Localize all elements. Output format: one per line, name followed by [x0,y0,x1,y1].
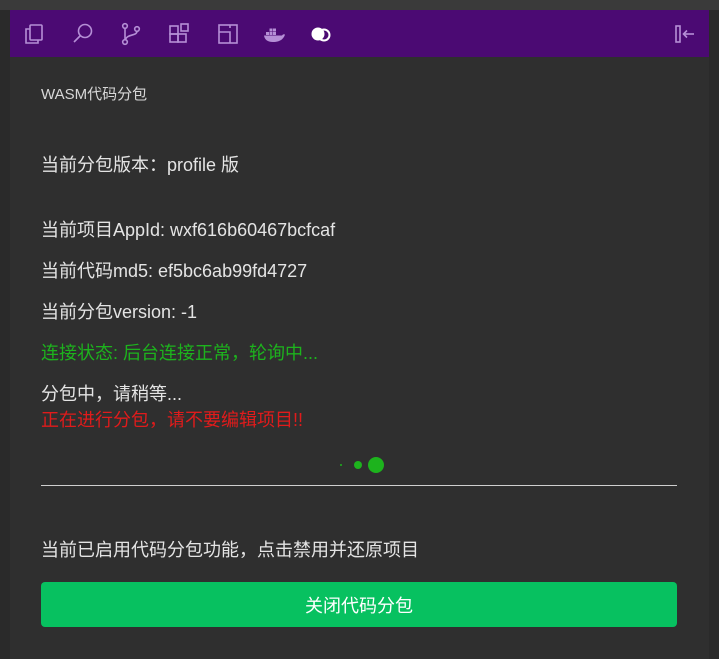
disable-split-button[interactable]: 关闭代码分包 [41,582,677,627]
copy-icon[interactable] [20,20,48,48]
loading-dot-small [340,464,342,466]
layout-icon[interactable] [214,20,242,48]
loading-dot-large [368,457,384,473]
progress-text: 分包中，请稍等... [41,384,183,404]
version-line: 当前分包版本：profile 版 [41,155,240,175]
connection-status: 连接状态: 后台连接正常，轮询中... [41,343,319,363]
panel-title: WASM代码分包 [41,86,148,103]
source-control-icon[interactable] [117,20,145,48]
divider [41,485,677,486]
docker-icon[interactable] [260,20,288,48]
extensions-icon[interactable] [165,20,193,48]
footer-description: 当前已启用代码分包功能，点击禁用并还原项目 [41,540,419,560]
activity-toolbar [10,10,709,57]
package-version-line: 当前分包version: -1 [41,302,198,322]
window-top-strip [0,0,719,10]
wasm-panel: WASM代码分包 当前分包版本：profile 版 当前项目AppId: wxf… [10,10,709,659]
md5-line: 当前代码md5: ef5bc6ab99fd4727 [41,261,308,281]
loading-dot-medium [354,461,362,469]
warning-text: 正在进行分包，请不要编辑项目!! [41,410,304,430]
frame-left [0,10,10,659]
wasm-icon[interactable] [307,20,335,48]
search-icon[interactable] [69,20,97,48]
collapse-panel-icon[interactable] [671,20,699,48]
frame-right [709,10,719,659]
appid-line: 当前项目AppId: wxf616b60467bcfcaf [41,220,336,240]
